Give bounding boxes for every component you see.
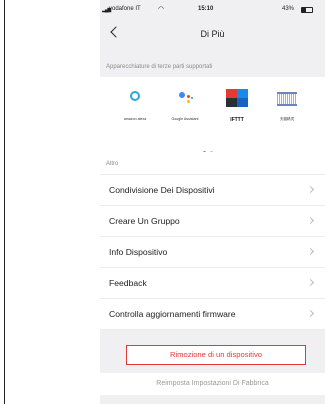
chevron-right-icon — [306, 278, 315, 287]
chevron-right-icon — [306, 309, 315, 318]
battery-icon — [301, 7, 313, 13]
clock: 15:10 — [198, 6, 214, 12]
menu-item-label: Controlla aggiornamenti firmware — [109, 309, 236, 319]
partner-ifttt[interactable]: IFTTT — [210, 89, 264, 129]
partner-label: Google Assistant — [171, 117, 199, 121]
factory-reset-button[interactable]: Reimposta Impostazioni Di Fabbrica — [100, 373, 325, 395]
phone-screen: ▂▄▆ vodafone IT ◠ 15:10 43% Di Più Appar… — [100, 0, 325, 404]
tmall-genie-icon — [277, 92, 297, 106]
partners-carousel[interactable]: amazon alexa Google Assistant IFTTT 天猫精灵 — [100, 77, 325, 163]
more-section-header: Altro — [100, 152, 325, 175]
status-bar: ▂▄▆ vodafone IT ◠ 15:10 43% — [100, 6, 325, 16]
section-label: Altro — [106, 161, 119, 167]
menu-item-label: Info Dispositivo — [109, 247, 168, 257]
partners-section-header: Apparecchiature di terze parti supportat… — [106, 64, 213, 70]
partner-label: amazon alexa — [123, 117, 147, 121]
chevron-right-icon — [306, 247, 315, 256]
frame-border — [4, 0, 5, 404]
partner-tmall-genie[interactable]: 天猫精灵 — [260, 89, 314, 129]
remove-device-button[interactable]: Rimozione di un dispositivo — [126, 345, 306, 365]
page-title: Di Più — [200, 29, 225, 39]
google-assistant-icon — [177, 92, 193, 104]
more-menu: Altro Condivisione Dei Dispositivi Crear… — [100, 152, 325, 330]
menu-item-share-devices[interactable]: Condivisione Dei Dispositivi — [100, 175, 325, 206]
menu-item-label: Creare Un Gruppo — [109, 216, 180, 226]
battery-percent: 43% — [282, 6, 295, 12]
menu-item-firmware-update[interactable]: Controlla aggiornamenti firmware — [100, 299, 325, 330]
chevron-right-icon — [306, 216, 315, 225]
partner-alexa[interactable]: amazon alexa — [108, 89, 162, 129]
menu-item-feedback[interactable]: Feedback — [100, 268, 325, 299]
chevron-right-icon — [306, 185, 315, 194]
carrier-name: vodafone IT — [109, 6, 141, 12]
menu-item-label: Condivisione Dei Dispositivi — [109, 185, 215, 195]
wifi-icon: ◠ — [158, 6, 165, 13]
menu-item-label: Feedback — [109, 278, 147, 288]
nav-bar: Di Più — [100, 18, 325, 44]
ifttt-icon — [226, 89, 248, 107]
menu-item-device-info[interactable]: Info Dispositivo — [100, 237, 325, 268]
menu-item-create-group[interactable]: Creare Un Gruppo — [100, 206, 325, 237]
partner-label: 天猫精灵 — [279, 117, 295, 121]
alexa-icon — [130, 91, 140, 101]
partner-label: IFTTT — [230, 117, 244, 123]
partner-google-assistant[interactable]: Google Assistant — [158, 89, 212, 129]
